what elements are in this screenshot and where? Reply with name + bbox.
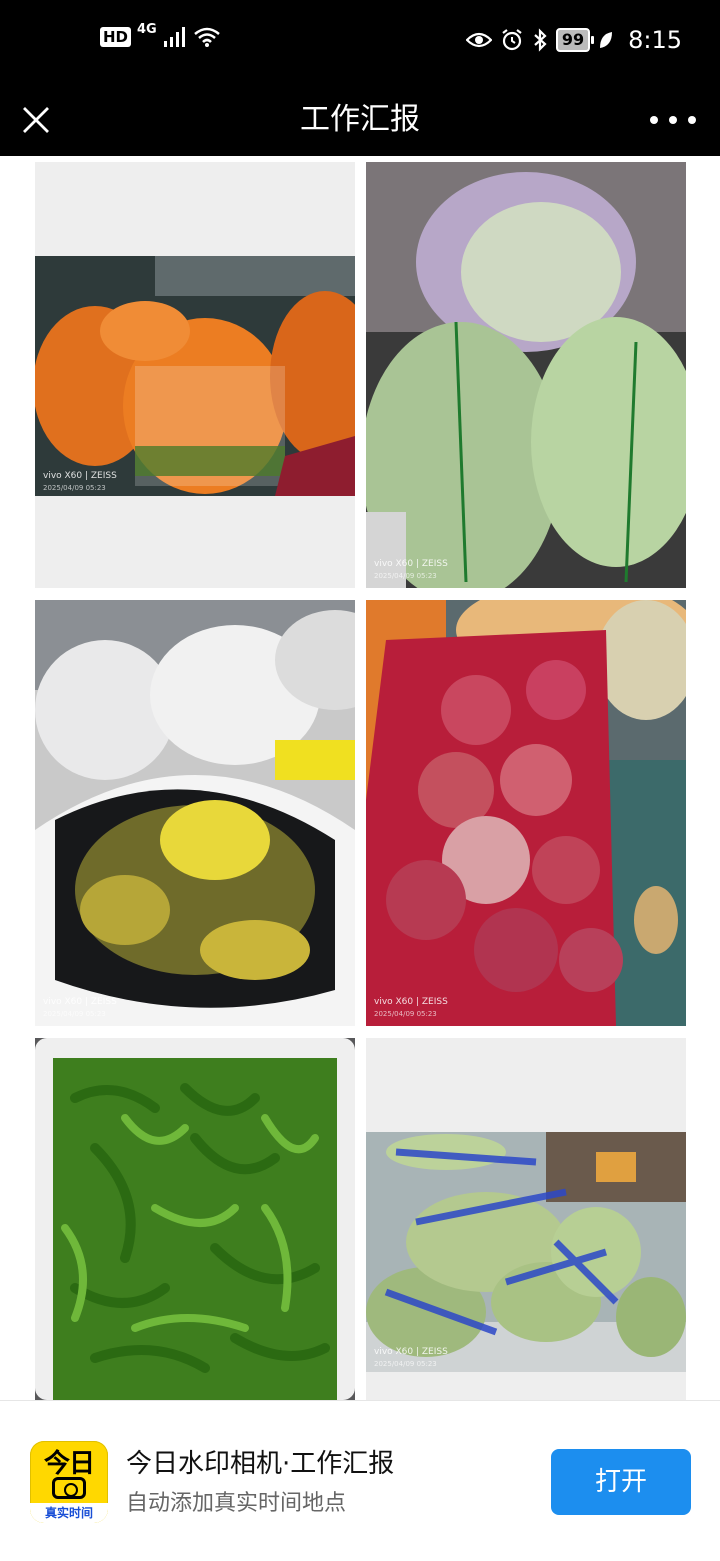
pickled-greens-photo	[35, 600, 355, 1026]
app-icon[interactable]: 今日 真实时间	[30, 1441, 108, 1523]
eye-icon	[465, 32, 492, 48]
watermark-model: vivo X60 | ZEISS	[43, 997, 117, 1007]
dot	[688, 116, 696, 124]
leaf-icon	[600, 32, 613, 48]
dot	[650, 116, 658, 124]
red-onions-photo	[366, 600, 686, 1026]
more-options-button[interactable]	[650, 104, 696, 136]
app-icon-strip: 真实时间	[30, 1503, 108, 1523]
camera-icon	[52, 1477, 86, 1499]
photo-grid: vivo X60 | ZEISS 2025/04/09 05:23 vivo X…	[0, 156, 720, 1400]
network-type: 4G	[137, 21, 157, 37]
app-name: 今日水印相机·工作汇报	[126, 1449, 395, 1479]
status-bar: HD 4G 99 8:15	[0, 0, 720, 84]
watermark-date: 2025/04/09 05:23	[374, 1010, 437, 1018]
watermark-date: 2025/04/09 05:23	[43, 1010, 106, 1018]
clock: 8:15	[628, 26, 682, 54]
carrots-photo	[35, 256, 355, 496]
watermark: vivo X60 | ZEISS 2025/04/09 05:23	[43, 996, 117, 1020]
watermark: vivo X60 | ZEISS 2025/04/09 05:23	[374, 1346, 448, 1370]
photo-pickled-greens[interactable]: vivo X60 | ZEISS 2025/04/09 05:23	[35, 600, 355, 1026]
green-peppers-photo	[35, 1038, 355, 1400]
page-title: 工作汇报	[300, 102, 420, 137]
wifi-icon	[193, 27, 220, 47]
watermark: vivo X60 | ZEISS 2025/04/09 05:23	[43, 470, 117, 494]
nav-bar: 工作汇报	[0, 84, 720, 156]
dot	[669, 116, 677, 124]
photo-bagged-vegetables[interactable]: vivo X60 | ZEISS 2025/04/09 05:23	[366, 1038, 686, 1400]
open-app-button[interactable]: 打开	[551, 1449, 691, 1515]
photo-cabbages[interactable]: vivo X60 | ZEISS 2025/04/09 05:23	[366, 162, 686, 588]
watermark-model: vivo X60 | ZEISS	[43, 471, 117, 481]
bluetooth-icon	[534, 28, 547, 52]
watermark-model: vivo X60 | ZEISS	[374, 997, 448, 1007]
watermark: vivo X60 | ZEISS 2025/04/09 05:23	[374, 558, 448, 582]
app-icon-text: 今日	[43, 1449, 95, 1479]
photo-carrots[interactable]: vivo X60 | ZEISS 2025/04/09 05:23	[35, 162, 355, 588]
watermark: vivo X60 | ZEISS 2025/04/09 05:23	[374, 996, 448, 1020]
hd-badge: HD	[100, 27, 132, 47]
watermark-date: 2025/04/09 05:23	[374, 1360, 437, 1368]
watermark-model: vivo X60 | ZEISS	[374, 1347, 448, 1357]
photo-green-peppers[interactable]	[35, 1038, 355, 1400]
watermark-date: 2025/04/09 05:23	[374, 572, 437, 580]
app-subtitle: 自动添加真实时间地点	[126, 1491, 347, 1516]
watermark-model: vivo X60 | ZEISS	[374, 559, 448, 569]
photo-red-onions[interactable]: vivo X60 | ZEISS 2025/04/09 05:23	[366, 600, 686, 1026]
app-promo-banner: 今日 真实时间 今日水印相机·工作汇报 自动添加真实时间地点 打开	[0, 1400, 720, 1561]
signal-icon	[163, 27, 185, 47]
alarm-icon	[502, 29, 522, 51]
bagged-vegetables-photo	[366, 1132, 686, 1372]
watermark-date: 2025/04/09 05:23	[43, 484, 106, 492]
battery-level: 99	[555, 28, 595, 52]
cabbages-photo	[366, 162, 686, 588]
